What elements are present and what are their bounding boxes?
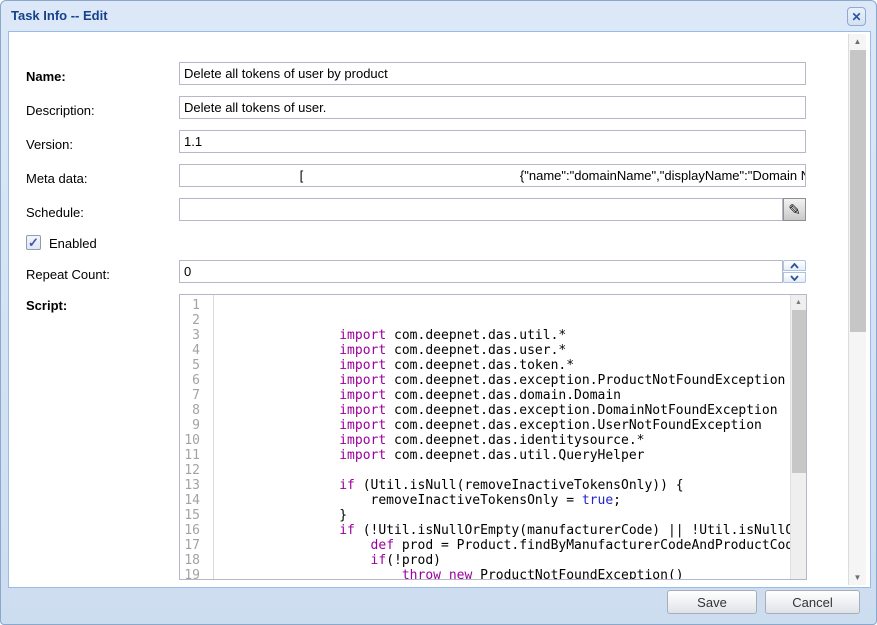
code-text: def prod = Product.findByManufacturerCod… xyxy=(214,538,790,553)
code-line: 12 xyxy=(180,463,790,478)
script-label: Script: xyxy=(26,298,67,313)
version-input[interactable]: 1.1 xyxy=(179,130,806,153)
code-line: 3 import com.deepnet.das.util.* xyxy=(180,328,790,343)
spinner-down-button[interactable] xyxy=(783,272,806,283)
line-number: 13 xyxy=(180,478,207,493)
line-number: 2 xyxy=(180,313,207,328)
close-button[interactable]: ✕ xyxy=(847,7,866,26)
scroll-down-icon[interactable]: ▼ xyxy=(849,570,866,585)
editor-scrollbar[interactable]: ▲ xyxy=(790,295,806,579)
code-text: if (!Util.isNullOrEmpty(manufacturerCode… xyxy=(214,523,790,538)
code-line: 19 throw new ProductNotFoundException() xyxy=(180,568,790,580)
cancel-button[interactable]: Cancel xyxy=(765,590,860,614)
line-number: 18 xyxy=(180,553,207,568)
script-lines: 123 import com.deepnet.das.util.*4 impor… xyxy=(180,298,790,580)
code-line: 2 xyxy=(180,313,790,328)
line-number: 7 xyxy=(180,388,207,403)
repeat-count-input[interactable]: 0 xyxy=(179,260,783,283)
line-number: 4 xyxy=(180,343,207,358)
description-input[interactable]: Delete all tokens of user. xyxy=(179,96,806,119)
line-number: 3 xyxy=(180,328,207,343)
check-icon: ✓ xyxy=(28,236,39,249)
code-line: 13 if (Util.isNull(removeInactiveTokensO… xyxy=(180,478,790,493)
code-text: import com.deepnet.das.domain.Domain xyxy=(214,388,621,403)
enabled-label: Enabled xyxy=(49,236,97,251)
schedule-input[interactable] xyxy=(179,198,783,221)
line-number: 6 xyxy=(180,373,207,388)
code-line: 11 import com.deepnet.das.util.QueryHelp… xyxy=(180,448,790,463)
code-text: } xyxy=(214,508,347,523)
schedule-label: Schedule: xyxy=(26,205,84,220)
name-label: Name: xyxy=(26,69,66,84)
code-text: removeInactiveTokensOnly = true; xyxy=(214,493,621,508)
scroll-up-icon[interactable]: ▲ xyxy=(849,34,866,49)
spinner-up-button[interactable] xyxy=(783,260,806,271)
code-line: 1 xyxy=(180,298,790,313)
dialog-titlebar[interactable]: Task Info -- Edit ✕ xyxy=(1,1,876,31)
code-line: 7 import com.deepnet.das.domain.Domain xyxy=(180,388,790,403)
code-text: throw new ProductNotFoundException() xyxy=(214,568,684,580)
enabled-checkbox[interactable]: ✓ xyxy=(26,235,41,250)
pencil-icon: ✎ xyxy=(788,201,801,219)
line-number: 19 xyxy=(180,568,207,580)
script-editor[interactable]: 123 import com.deepnet.das.util.*4 impor… xyxy=(179,294,807,580)
dialog-title: Task Info -- Edit xyxy=(11,8,108,23)
code-text: import com.deepnet.das.user.* xyxy=(214,343,566,358)
line-number: 5 xyxy=(180,358,207,373)
code-text: import com.deepnet.das.exception.UserNot… xyxy=(214,418,762,433)
chevron-down-icon xyxy=(790,275,799,281)
line-number: 10 xyxy=(180,433,207,448)
line-number: 11 xyxy=(180,448,207,463)
code-line: 16 if (!Util.isNullOrEmpty(manufacturerC… xyxy=(180,523,790,538)
meta-data-input[interactable]: [ {"name":"domainName","displayName":"Do… xyxy=(179,164,806,187)
repeat-count-label: Repeat Count: xyxy=(26,267,110,282)
schedule-edit-button[interactable]: ✎ xyxy=(783,198,806,221)
line-number: 12 xyxy=(180,463,207,478)
version-label: Version: xyxy=(26,137,73,152)
code-line: 8 import com.deepnet.das.exception.Domai… xyxy=(180,403,790,418)
dialog-scrollbar-thumb[interactable] xyxy=(850,50,866,332)
code-line: 15 } xyxy=(180,508,790,523)
line-number: 8 xyxy=(180,403,207,418)
code-line: 4 import com.deepnet.das.user.* xyxy=(180,343,790,358)
line-number: 14 xyxy=(180,493,207,508)
code-text: import com.deepnet.das.identitysource.* xyxy=(214,433,644,448)
name-input[interactable]: Delete all tokens of user by product xyxy=(179,62,806,85)
code-line: 9 import com.deepnet.das.exception.UserN… xyxy=(180,418,790,433)
code-line: 17 def prod = Product.findByManufacturer… xyxy=(180,538,790,553)
chevron-up-icon xyxy=(790,263,799,269)
code-line: 10 import com.deepnet.das.identitysource… xyxy=(180,433,790,448)
code-line: 14 removeInactiveTokensOnly = true; xyxy=(180,493,790,508)
code-text: import com.deepnet.das.exception.DomainN… xyxy=(214,403,778,418)
code-text: import com.deepnet.das.util.* xyxy=(214,328,566,343)
scroll-up-icon[interactable]: ▲ xyxy=(791,295,806,309)
task-info-dialog: Task Info -- Edit ✕ Name: Delete all tok… xyxy=(0,0,877,625)
line-number: 15 xyxy=(180,508,207,523)
code-text: import com.deepnet.das.token.* xyxy=(214,358,574,373)
code-line: 6 import com.deepnet.das.exception.Produ… xyxy=(180,373,790,388)
meta-data-label: Meta data: xyxy=(26,171,87,186)
editor-scrollbar-thumb[interactable] xyxy=(792,310,806,473)
code-text: if (Util.isNull(removeInactiveTokensOnly… xyxy=(214,478,684,493)
dialog-footer: Save Cancel xyxy=(1,586,876,624)
line-number: 1 xyxy=(180,298,207,313)
line-number: 17 xyxy=(180,538,207,553)
code-text: import com.deepnet.das.util.QueryHelper xyxy=(214,448,644,463)
line-number: 16 xyxy=(180,523,207,538)
close-icon: ✕ xyxy=(851,11,861,23)
code-line: 18 if(!prod) xyxy=(180,553,790,568)
dialog-body: Name: Delete all tokens of user by produ… xyxy=(8,31,871,588)
save-button[interactable]: Save xyxy=(667,590,757,614)
code-line: 5 import com.deepnet.das.token.* xyxy=(180,358,790,373)
code-text: if(!prod) xyxy=(214,553,441,568)
dialog-scrollbar[interactable]: ▲ ▼ xyxy=(848,34,866,585)
code-text: import com.deepnet.das.exception.Product… xyxy=(214,373,785,388)
repeat-count-spinner xyxy=(783,260,806,283)
line-number: 9 xyxy=(180,418,207,433)
description-label: Description: xyxy=(26,103,95,118)
